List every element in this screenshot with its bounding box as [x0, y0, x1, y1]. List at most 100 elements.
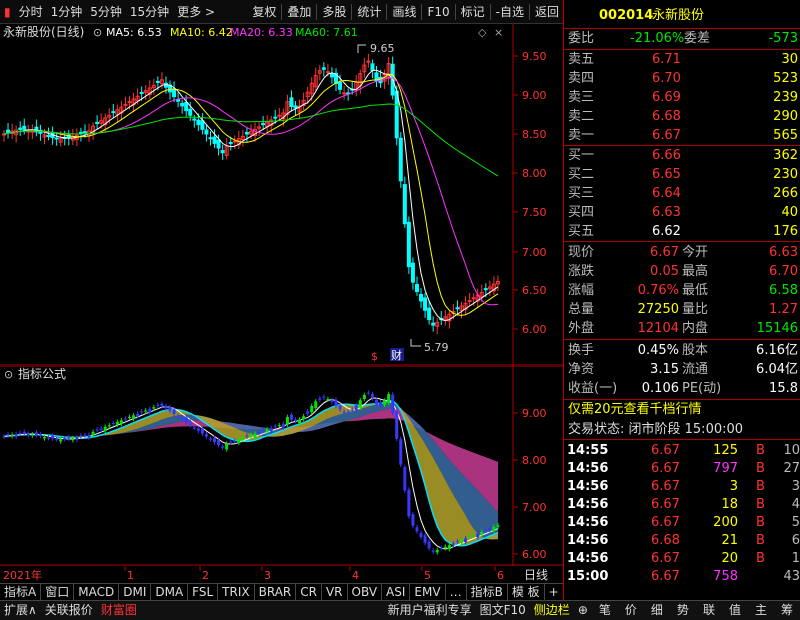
trade-direction: B: [756, 497, 765, 512]
trade-price: 6.67: [651, 551, 680, 566]
sell-level-label: 卖五: [568, 52, 595, 67]
indicator-tab[interactable]: FSL: [188, 583, 219, 601]
period-tab-15min[interactable]: 15分钟: [126, 1, 173, 23]
mark-button[interactable]: 标记: [457, 1, 489, 23]
indicator-tab[interactable]: ASI: [382, 583, 411, 601]
trade-time: 14:56: [567, 497, 609, 512]
overlay-button[interactable]: 叠加: [283, 1, 315, 23]
buy-level-price: 6.63: [652, 205, 681, 220]
fuquan-button[interactable]: 复权: [248, 1, 280, 23]
back-button[interactable]: 返回: [531, 1, 563, 23]
buy-level-row[interactable]: 买三 6.64 266: [564, 184, 800, 203]
indicator-tab[interactable]: EMV: [410, 583, 446, 601]
indicator-bar-body: [144, 410, 148, 412]
collapse-icon[interactable]: ⊙: [93, 26, 102, 39]
trade-time: 14:56: [567, 551, 609, 566]
sell-level-row[interactable]: 卖五 6.71 30: [564, 50, 800, 69]
related-quotes-tab[interactable]: 关联报价: [41, 601, 97, 620]
stock-name: 永新股份: [652, 8, 705, 23]
trade-volume: 797: [713, 461, 738, 476]
stats-button[interactable]: 统计: [353, 1, 385, 23]
diamond-icon[interactable]: ◇: [478, 26, 487, 39]
buy-level-row[interactable]: 买二 6.65 230: [564, 165, 800, 184]
tick-trade-row: 14:56 6.68 21 B 6: [564, 531, 800, 550]
side-tab[interactable]: 笔: [592, 601, 618, 620]
indicator-bar-body: [374, 399, 378, 405]
trade-direction: B: [756, 443, 765, 458]
indicator-chart[interactable]: 9.00 8.00 7.00 6.00 ⊙ 指标公式: [0, 366, 563, 566]
side-tab[interactable]: 势: [670, 601, 696, 620]
indicator-bar-body: [30, 434, 34, 436]
buy-level-row[interactable]: 买四 6.63 40: [564, 203, 800, 222]
side-tab[interactable]: 价: [618, 601, 644, 620]
indicator-bar-body: [354, 405, 358, 411]
buy-level-row[interactable]: 买一 6.66 362: [564, 146, 800, 165]
trade-count: 43: [783, 569, 800, 584]
expand-button[interactable]: 扩展∧: [0, 601, 41, 620]
remove-watchlist-button[interactable]: -自选: [492, 1, 528, 23]
stat-value: 6.16亿: [756, 343, 798, 358]
indicator-tab[interactable]: TRIX: [218, 583, 255, 601]
indicator-bar-body: [366, 392, 370, 394]
menu-icon[interactable]: ▮: [0, 1, 15, 23]
indicator-tab[interactable]: MACD: [74, 583, 120, 601]
dividend-marker-icon[interactable]: $: [371, 350, 378, 363]
indicator-bar-body: [14, 434, 18, 437]
indicator-collapse-icon[interactable]: ⊙: [4, 368, 13, 381]
indicator-tab[interactable]: CR: [296, 583, 322, 601]
indicator-bar-body: [269, 428, 273, 432]
sell-level-row[interactable]: 卖四 6.70 523: [564, 69, 800, 88]
sell-level-row[interactable]: 卖一 6.67 565: [564, 126, 800, 145]
indicator-bar-body: [241, 437, 245, 440]
finance-marker-icon[interactable]: 财: [391, 348, 402, 362]
indicator-bar-body: [245, 435, 249, 437]
indicator-tab[interactable]: DMI: [119, 583, 152, 601]
draw-line-button[interactable]: 画线: [388, 1, 420, 23]
indicator-tab[interactable]: BRAR: [255, 583, 297, 601]
level2-promo-link[interactable]: 仅需20元查看千档行情: [568, 400, 702, 419]
trade-count: 3: [791, 479, 800, 494]
stat-label: 流通: [682, 362, 709, 377]
kline-chart[interactable]: 9.50 9.00 8.50 8.00 7.50 7.00 6.50 6.00 永新股份(日线…: [0, 24, 563, 366]
indicator-bar-body: [10, 434, 14, 437]
period-more-button[interactable]: 更多 >: [173, 1, 219, 23]
buy-level-price: 6.66: [652, 148, 681, 163]
multi-stock-button[interactable]: 多股: [318, 1, 350, 23]
indicator-tab[interactable]: VR: [322, 583, 348, 601]
indicator-tab[interactable]: DMA: [151, 583, 189, 601]
candle-body: [188, 108, 193, 116]
sidebar-toggle-icon[interactable]: ⊕: [574, 601, 592, 620]
indicator-tab[interactable]: …: [446, 583, 467, 601]
indicator-tab[interactable]: 指标B: [467, 583, 508, 601]
candle-body: [244, 131, 249, 135]
sell-level-row[interactable]: 卖三 6.69 239: [564, 88, 800, 107]
side-tab[interactable]: 联: [696, 601, 722, 620]
indicator-tab[interactable]: 模 板: [508, 583, 545, 601]
indicator-bar-body: [306, 411, 310, 414]
side-tab[interactable]: 细: [644, 601, 670, 620]
stat-value: 6.67: [650, 245, 679, 260]
period-tab-5min[interactable]: 5分钟: [86, 1, 126, 23]
new-user-promo-link[interactable]: 新用户福利专享: [384, 601, 476, 620]
f10-button[interactable]: F10: [423, 1, 453, 23]
indicator-tab[interactable]: +: [545, 583, 564, 601]
indicator-tab[interactable]: 指标A: [0, 583, 42, 601]
buy-level-row[interactable]: 买五 6.62 176: [564, 222, 800, 241]
close-icon[interactable]: ×: [494, 26, 503, 39]
side-tab[interactable]: 筹: [774, 601, 800, 620]
indicator-tab[interactable]: 窗口: [41, 583, 75, 601]
indicator-bar-body: [168, 407, 172, 412]
tick-trade-row: 14:56 6.67 797 B 27: [564, 459, 800, 478]
sidebar-toggle[interactable]: 侧边栏: [530, 601, 574, 620]
indicator-bar-body: [257, 432, 261, 434]
indicator-tab[interactable]: OBV: [348, 583, 383, 601]
side-tab[interactable]: 值: [722, 601, 748, 620]
side-tab[interactable]: 主: [748, 601, 774, 620]
f10-graphic-link[interactable]: 图文F10: [476, 601, 530, 620]
period-tab-fenshi[interactable]: 分时: [15, 1, 47, 23]
indicator-bar-body: [492, 526, 496, 531]
indicator-bar-body: [338, 405, 342, 410]
wealth-circle-tab[interactable]: 财富圈: [97, 601, 141, 620]
period-tab-1min[interactable]: 1分钟: [47, 1, 87, 23]
sell-level-row[interactable]: 卖二 6.68 290: [564, 107, 800, 126]
